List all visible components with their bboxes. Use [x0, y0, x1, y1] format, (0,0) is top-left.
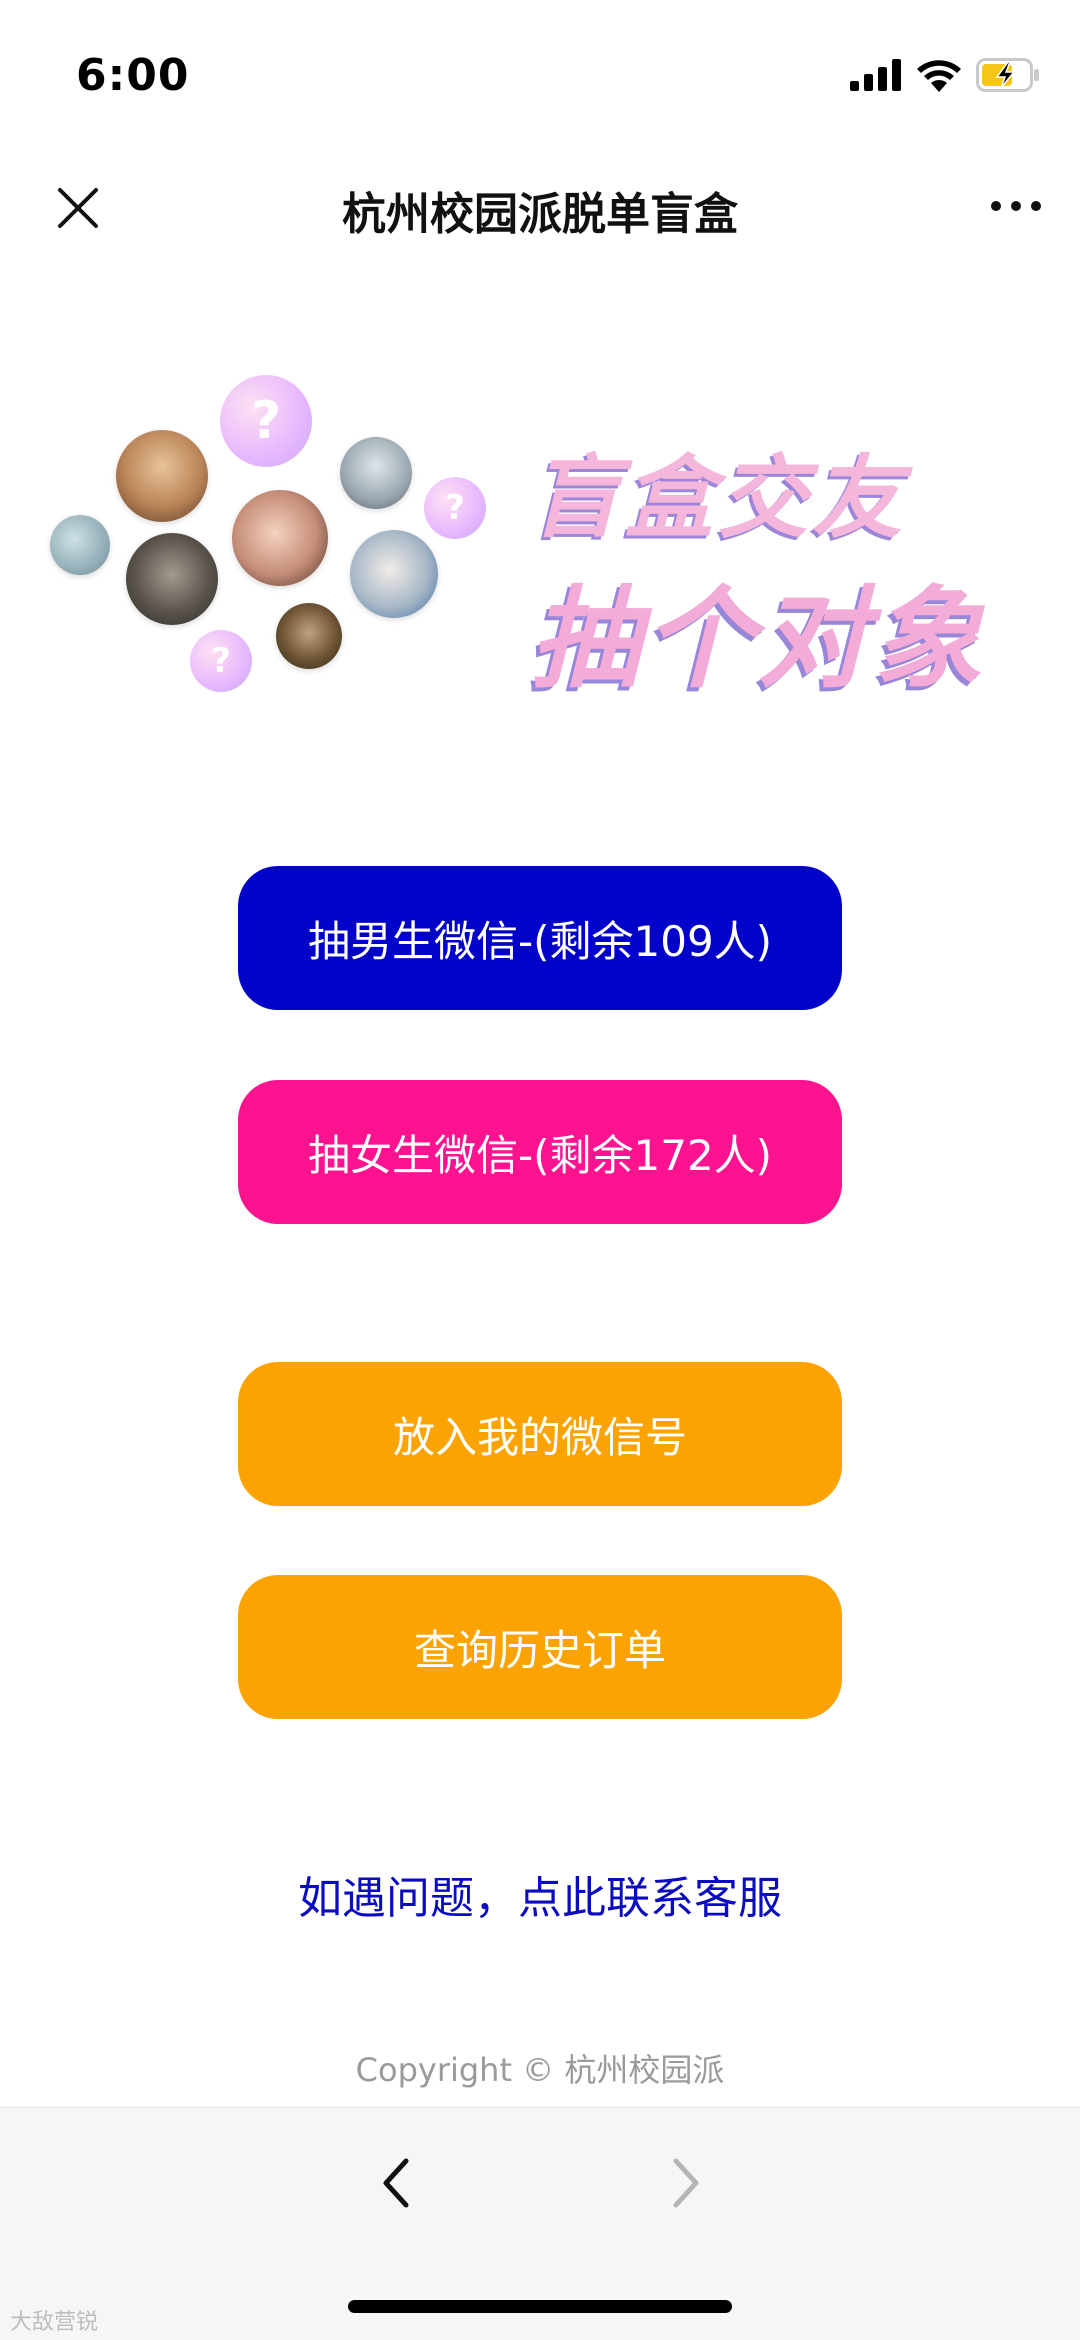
more-icon[interactable] — [988, 186, 1044, 226]
slogan-line-2: 抽个对象 — [530, 575, 986, 703]
status-time: 6:00 — [76, 50, 190, 101]
question-mark: ? — [211, 641, 231, 681]
status-icons — [850, 58, 1040, 92]
banner: ? ? ? 盲盒交友 抽个对象 — [50, 365, 990, 705]
copyright-text: Copyright © 杭州校园派 — [355, 2051, 725, 2089]
slogan-line-1: 盲盒交友 — [530, 446, 906, 551]
question-mark: ? — [250, 391, 282, 451]
avatar-photo — [50, 515, 110, 575]
nav-bar: 杭州校园派脱单盲盒 — [0, 150, 1080, 265]
draw-male-wechat-button[interactable]: 抽男生微信-(剩余109人) — [238, 866, 842, 1010]
watermark: 大敌营锐 — [10, 2310, 99, 2335]
question-bubble: ? — [424, 477, 486, 539]
query-history-orders-button[interactable]: 查询历史订单 — [238, 1575, 842, 1719]
status-bar: 6:00 — [0, 0, 1080, 150]
page-title: 杭州校园派脱单盲盒 — [342, 189, 738, 240]
avatar-photo — [276, 603, 342, 669]
home-indicator[interactable] — [348, 2300, 732, 2313]
chevron-right-icon[interactable] — [660, 2153, 710, 2213]
avatar-photo — [340, 437, 412, 509]
signal-icon — [850, 59, 901, 91]
put-my-wechat-button[interactable]: 放入我的微信号 — [238, 1362, 842, 1506]
avatar-photo — [350, 530, 438, 618]
question-bubble: ? — [190, 630, 252, 692]
question-bubble: ? — [220, 375, 312, 467]
avatar-photo — [232, 490, 328, 586]
avatar-photo — [116, 430, 208, 522]
wifi-icon — [917, 60, 961, 92]
chevron-left-icon[interactable] — [372, 2153, 422, 2213]
draw-female-wechat-button[interactable]: 抽女生微信-(剩余172人) — [238, 1080, 842, 1224]
banner-slogan: 盲盒交友 抽个对象 — [530, 425, 990, 709]
avatar-photo — [126, 533, 218, 625]
contact-support-link[interactable]: 如遇问题，点此联系客服 — [0, 1862, 1080, 1926]
battery-charging-icon — [976, 58, 1039, 92]
question-mark: ? — [445, 488, 465, 528]
